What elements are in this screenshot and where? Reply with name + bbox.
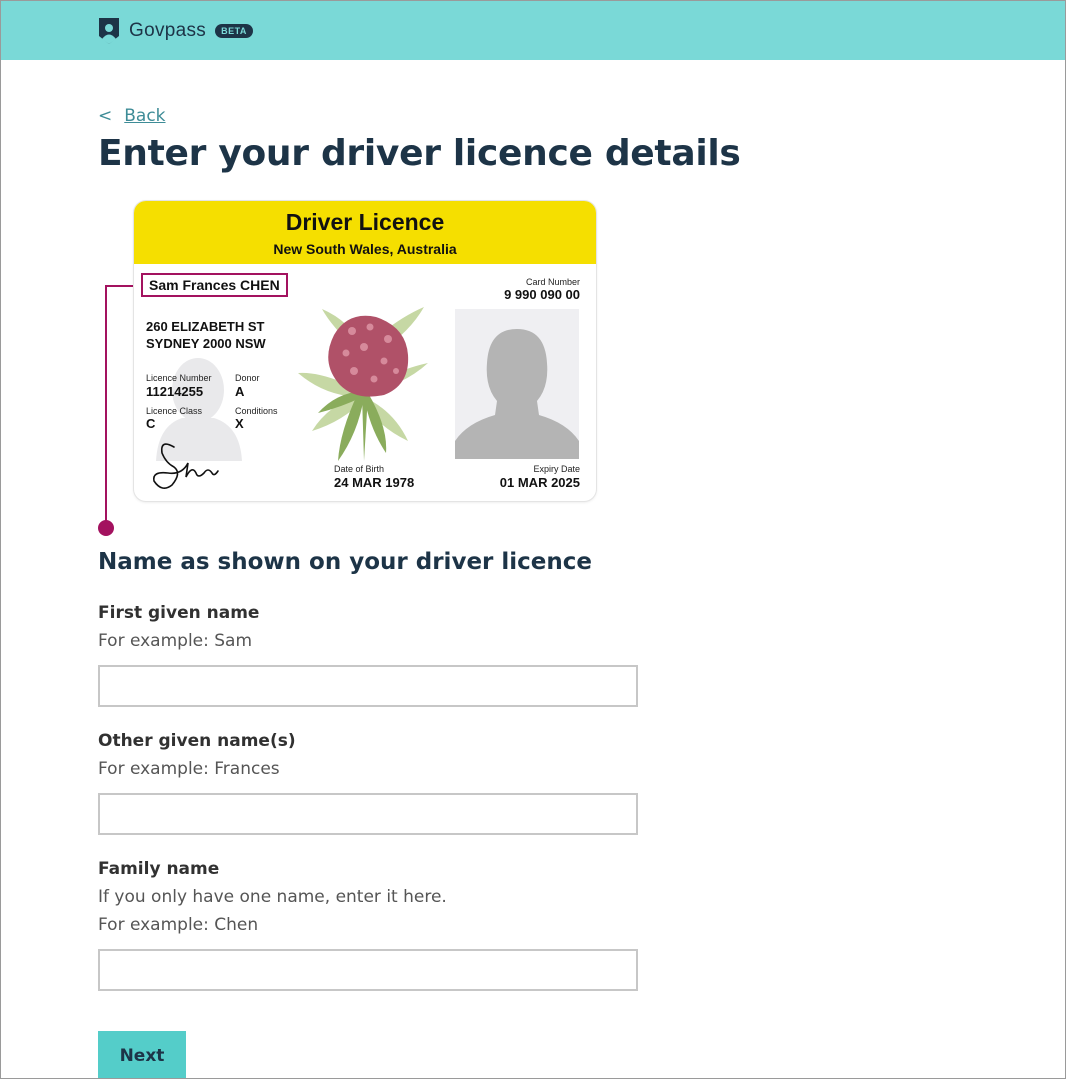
licence-number-value: 11214255 (146, 384, 204, 399)
brand-logo[interactable]: Govpass BETA (98, 17, 253, 45)
first-name-hint: For example: Sam (98, 631, 253, 651)
card-number-label: Card Number (525, 277, 580, 287)
site-header: Govpass BETA (1, 1, 1065, 60)
other-given-names-input[interactable] (98, 793, 638, 835)
licence-card-header: Driver Licence New South Wales, Australi… (134, 201, 596, 264)
back-link-row: < Back (98, 106, 166, 126)
licence-photo-placeholder (455, 309, 579, 459)
first-given-name-input[interactable] (98, 665, 638, 707)
dob-label: Date of Birth (334, 464, 385, 474)
licence-number-label: Licence Number (146, 373, 212, 383)
expiry-label: Expiry Date (533, 464, 580, 474)
family-name-label: Family name (98, 859, 220, 879)
licence-class-label: Licence Class (146, 406, 203, 416)
family-name-input[interactable] (98, 949, 638, 991)
family-name-example: For example: Chen (98, 915, 259, 935)
page-frame: Govpass BETA < Back Enter your driver lic… (0, 0, 1066, 1079)
next-button[interactable]: Next (98, 1031, 186, 1078)
address-line-2: SYDNEY 2000 NSW (146, 336, 266, 351)
licence-card-subtitle: New South Wales, Australia (273, 241, 457, 257)
donor-label: Donor (235, 373, 260, 383)
section-title: Name as shown on your driver licence (98, 549, 592, 575)
shield-person-icon (99, 18, 119, 44)
donor-value: A (235, 384, 245, 399)
licence-card-title: Driver Licence (285, 209, 445, 235)
back-link[interactable]: Back (124, 106, 165, 126)
first-name-label: First given name (98, 603, 260, 623)
licence-card-illustration: Driver Licence New South Wales, Australi… (134, 201, 596, 501)
licence-card-name-highlight: Sam Frances CHEN (141, 273, 288, 297)
licence-address: 260 ELIZABETH ST SYDNEY 2000 NSW (146, 318, 266, 352)
other-names-hint: For example: Frances (98, 759, 280, 779)
beta-badge: BETA (215, 24, 253, 38)
waratah-flower-icon (298, 307, 428, 461)
conditions-value: X (235, 416, 244, 431)
expiry-value: 01 MAR 2025 (499, 475, 580, 490)
other-names-label: Other given name(s) (98, 731, 296, 751)
chevron-left-icon: < (98, 106, 113, 126)
dob-value: 24 MAR 1978 (334, 475, 415, 490)
card-number-value: 9 990 090 00 (504, 287, 580, 302)
licence-class-value: C (146, 416, 156, 431)
brand-name: Govpass (129, 20, 207, 41)
address-line-1: 260 ELIZABETH ST (146, 319, 265, 334)
conditions-label: Conditions (235, 406, 278, 416)
page-title: Enter your driver licence details (98, 133, 741, 174)
person-silhouette-icon (455, 329, 579, 459)
callout-line (105, 285, 107, 521)
signature-icon (152, 443, 219, 489)
callout-dot (98, 520, 114, 536)
family-name-hint: If you only have one name, enter it here… (98, 887, 447, 907)
